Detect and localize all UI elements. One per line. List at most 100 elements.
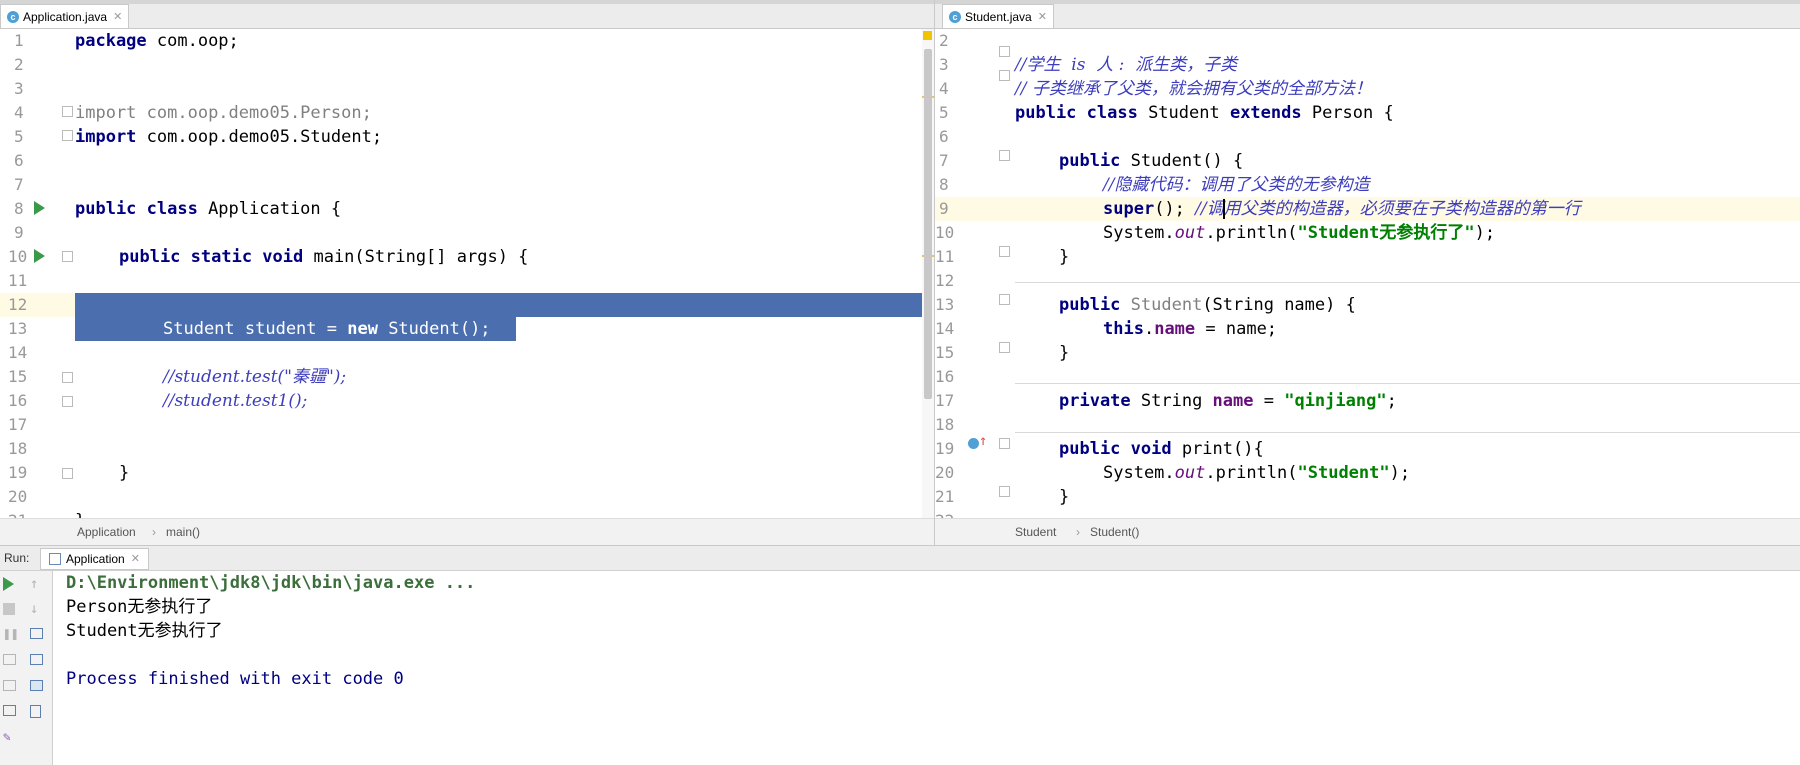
line-number: 2 <box>939 31 949 50</box>
line-number: 21 <box>935 487 955 506</box>
code-comment: //隐藏代码：调用了父类的无参构造 <box>1103 175 1370 195</box>
code-line-selected: Student student = new Student(); <box>163 319 491 339</box>
line-number: 19 <box>935 439 955 458</box>
line-number: 10 <box>8 247 28 266</box>
line-number: 13 <box>8 319 28 338</box>
console-output[interactable]: D:\Environment\jdk8\jdk\bin\java.exe ...… <box>66 571 1800 765</box>
tab-strip <box>0 0 934 4</box>
close-tab-icon[interactable]: ✕ <box>1038 10 1047 23</box>
rerun-icon[interactable] <box>3 577 14 591</box>
console-line-command: D:\Environment\jdk8\jdk\bin\java.exe ... <box>66 573 476 593</box>
close-tab-icon[interactable]: ✕ <box>113 10 122 23</box>
code-line: import com.oop.demo05.Person; <box>75 103 372 123</box>
code-line: System.out.println("Student无参执行了"); <box>1103 223 1496 243</box>
class-icon: c <box>949 10 961 23</box>
line-number: 12 <box>8 295 28 314</box>
tab-strip <box>935 0 1800 4</box>
tab-label: Student.java <box>965 9 1032 24</box>
console-line: Person无参执行了 <box>66 597 213 617</box>
tab-application-java[interactable]: c Application.java ✕ <box>0 4 130 28</box>
code-line: import com.oop.demo05.Student; <box>75 127 383 147</box>
scroll-thumb[interactable] <box>924 49 932 399</box>
code-line: public class Application { <box>75 199 342 219</box>
line-number: 12 <box>935 271 955 290</box>
line-number: 16 <box>935 367 955 386</box>
breadcrumb-item[interactable]: Student() <box>1090 519 1139 545</box>
code-comment: //学生 is 人 : 派生类，子类 <box>1015 55 1238 75</box>
line-number: 18 <box>935 415 955 434</box>
line-number: 15 <box>935 343 955 362</box>
line-number: 1 <box>14 31 24 50</box>
trash-icon[interactable] <box>30 705 41 718</box>
chevron-right-icon: › <box>1076 525 1080 539</box>
chevron-right-icon: › <box>152 525 156 539</box>
code-comment: // 子类继承了父类，就会拥有父类的全部方法！ <box>1015 79 1372 99</box>
code-line: public static void main(String[] args) { <box>119 247 529 267</box>
run-header: Run: Application ✕ <box>0 546 1800 571</box>
print-icon[interactable] <box>30 680 43 691</box>
code-line: } <box>1059 487 1070 507</box>
line-number: 18 <box>8 439 28 458</box>
warning-marker[interactable] <box>923 31 932 40</box>
line-number: 10 <box>935 223 955 242</box>
code-line: public Student() { <box>1059 151 1244 171</box>
exit-icon[interactable] <box>3 680 16 691</box>
code-comment: //student.test("秦疆"); <box>163 367 347 387</box>
scroll-to-end-icon[interactable] <box>30 654 43 665</box>
breadcrumb-item[interactable]: main() <box>166 519 200 545</box>
line-number: 17 <box>935 391 955 410</box>
line-number: 3 <box>14 79 24 98</box>
line-number: 14 <box>8 343 28 362</box>
line-number: 9 <box>939 199 949 218</box>
console-line: Student无参执行了 <box>66 621 223 641</box>
breadcrumb-item[interactable]: Application <box>77 519 136 545</box>
breadcrumb: Student › Student() <box>935 518 1800 545</box>
arrow-down-icon[interactable]: ↓ <box>30 602 44 616</box>
line-number: 4 <box>939 79 949 98</box>
line-number: 8 <box>14 199 24 218</box>
line-number: 17 <box>8 415 28 434</box>
console-line-exit: Process finished with exit code 0 <box>66 669 404 689</box>
code-line: System.out.println("Student"); <box>1103 463 1411 483</box>
left-code-editor[interactable]: 1 package com.oop; 2 3 4 import com.oop.… <box>0 29 934 519</box>
code-line: private String name = "qinjiang"; <box>1059 391 1397 411</box>
pause-icon[interactable]: ❚❚ <box>3 628 19 642</box>
line-number: 2 <box>14 55 24 74</box>
line-number: 7 <box>939 151 949 170</box>
stop-icon[interactable] <box>3 603 15 615</box>
soft-wrap-icon[interactable] <box>30 628 43 639</box>
tab-student-java[interactable]: c Student.java ✕ <box>942 4 1054 28</box>
code-line: package com.oop; <box>75 31 239 51</box>
right-editor-tabbar: c Student.java ✕ <box>935 0 1800 29</box>
pin-icon[interactable]: ✎ <box>3 731 17 745</box>
line-number: 7 <box>14 175 24 194</box>
tab-label: Application.java <box>23 9 108 24</box>
line-number: 19 <box>8 463 28 482</box>
code-line: } <box>1059 343 1070 363</box>
layout-icon[interactable] <box>3 705 16 716</box>
line-number: 6 <box>939 127 949 146</box>
left-editor-pane: c Application.java ✕ 1 package com.oop; … <box>0 0 934 545</box>
line-number: 16 <box>8 391 28 410</box>
code-line: this.name = name; <box>1103 319 1278 339</box>
line-number: 4 <box>14 103 24 122</box>
close-tab-icon[interactable]: ✕ <box>131 547 140 571</box>
line-number: 8 <box>939 175 949 194</box>
code-line: } <box>119 463 130 483</box>
line-number: 5 <box>939 103 949 122</box>
breadcrumb: Application › main() <box>0 518 934 545</box>
code-line: public void print(){ <box>1059 439 1264 459</box>
right-code-editor[interactable]: ↑ 2 3 //学生 is 人 : 派生类，子类 4 // 子类继承了父类，就会… <box>935 29 1800 519</box>
camera-icon[interactable] <box>3 654 16 665</box>
run-label: Run: <box>4 551 30 565</box>
left-scrollbar[interactable] <box>922 29 934 519</box>
breadcrumb-item[interactable]: Student <box>1015 519 1056 545</box>
line-number: 6 <box>14 151 24 170</box>
run-tab-label: Application <box>66 552 125 566</box>
run-tab-application[interactable]: Application ✕ <box>40 548 149 570</box>
text-caret <box>1223 199 1225 219</box>
arrow-up-icon[interactable]: ↑ <box>30 577 44 591</box>
line-number: 11 <box>8 271 28 290</box>
code-line: super(); //调用父类的构造器，必须要在子类构造器的第一行 <box>1103 199 1581 219</box>
